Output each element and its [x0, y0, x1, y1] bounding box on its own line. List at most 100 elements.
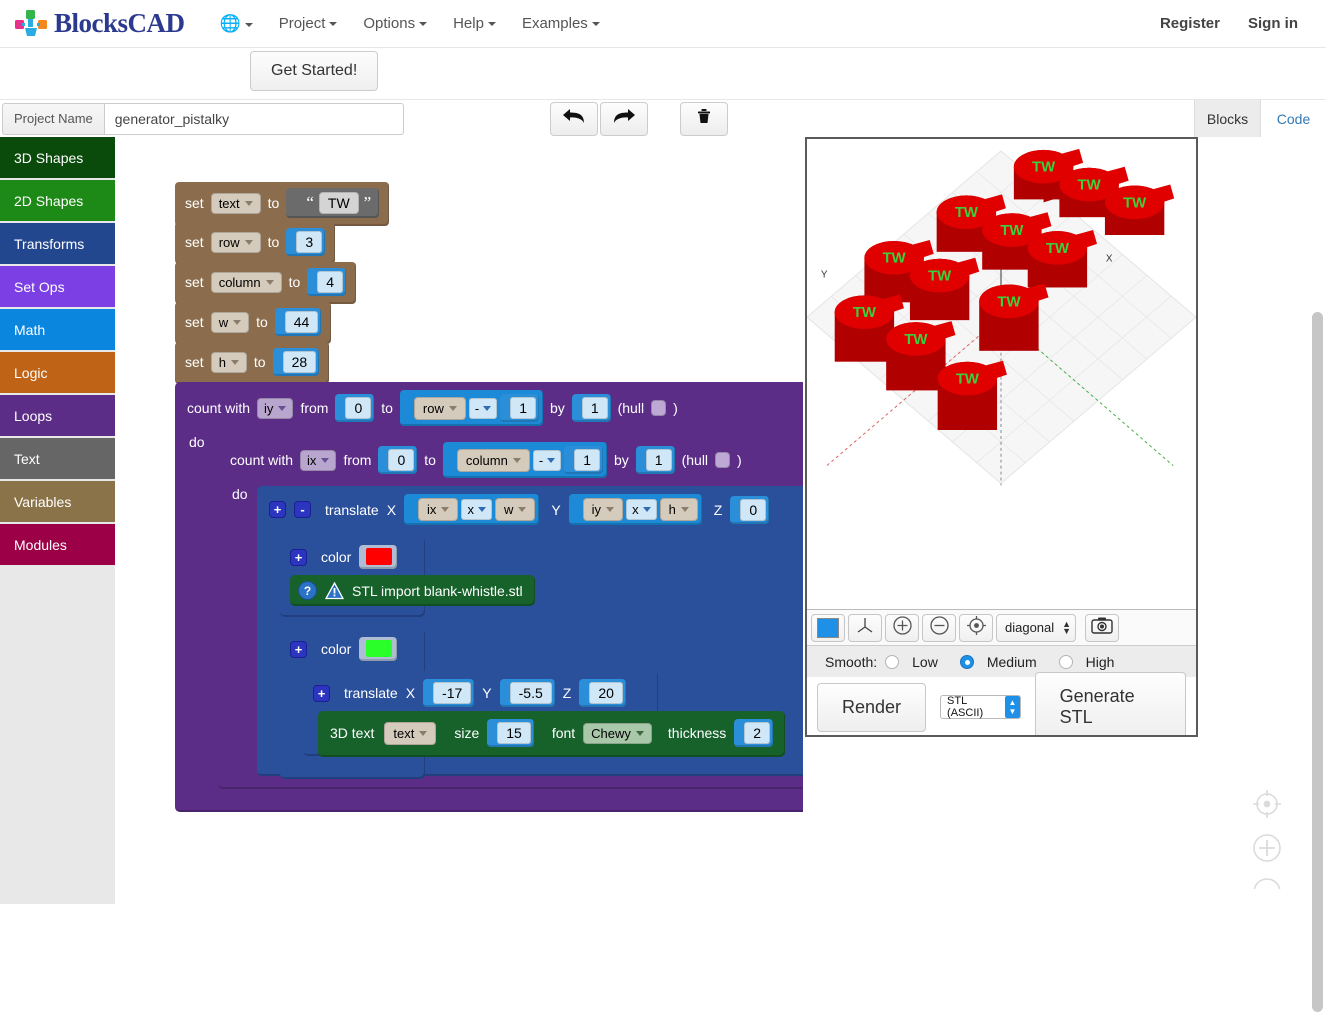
loop-variable-dropdown-ix[interactable]: ix — [300, 449, 337, 471]
block-number-literal[interactable]: 44 — [274, 308, 322, 336]
view-angle-select[interactable]: diagonal ▲ ▼ — [996, 613, 1077, 642]
smooth-radio-low[interactable] — [885, 654, 900, 669]
translate-z-value-block[interactable]: 0 — [730, 495, 770, 524]
block-math-subtract-column[interactable]: column - 1 — [442, 442, 607, 478]
3d-scene[interactable]: Y X TW TW TW TW TW TW TW TW TW TW TW TW — [807, 139, 1196, 605]
render-button[interactable]: Render — [817, 682, 927, 732]
app-logo[interactable]: BlocksCAD — [14, 8, 185, 39]
block-math-multiply-x[interactable]: ix x w — [404, 494, 540, 525]
variable-dropdown-text[interactable]: text — [210, 192, 261, 214]
loop-from-value-block[interactable]: 0 — [335, 394, 375, 422]
delete-all-button[interactable] — [680, 101, 728, 136]
math-operand-block[interactable]: 1 — [500, 394, 540, 422]
sidebar-item-math[interactable]: Math — [0, 309, 115, 352]
math-operand-block[interactable]: 1 — [564, 446, 603, 474]
undo-button[interactable] — [550, 101, 598, 136]
block-stl-import[interactable]: ? STL import blank-whistle.stl — [290, 575, 535, 606]
variable-dropdown-text-ref[interactable]: text — [384, 721, 437, 745]
viewport-recenter-button[interactable] — [959, 613, 993, 642]
variable-dropdown-ix[interactable]: ix — [418, 498, 459, 521]
generate-stl-button[interactable]: Generate STL — [1034, 672, 1186, 735]
screenshot-button[interactable] — [1085, 613, 1120, 642]
viewport-zoom-out-button[interactable] — [922, 613, 956, 642]
translate-text-x-field[interactable]: -17 — [433, 682, 472, 704]
register-link[interactable]: Register — [1146, 7, 1234, 40]
number-value-field[interactable]: 4 — [317, 271, 344, 293]
loop-step-field[interactable]: 1 — [581, 397, 608, 419]
language-selector[interactable]: 🌐 — [207, 6, 266, 42]
variable-dropdown-row-ref[interactable]: row — [413, 396, 466, 420]
zoom-in-icon[interactable] — [1250, 831, 1284, 865]
viewport-color-button[interactable] — [811, 613, 845, 642]
tab-blocks[interactable]: Blocks — [1194, 100, 1260, 138]
block-number-literal[interactable]: 28 — [272, 348, 320, 376]
block-set-column[interactable]: set column to 4 — [175, 262, 357, 304]
translate-text-z-block[interactable]: 20 — [579, 679, 626, 707]
block-set-h[interactable]: set h to 28 — [175, 342, 330, 384]
math-operator-dropdown[interactable]: x — [626, 499, 657, 520]
string-value-field[interactable]: TW — [318, 192, 359, 214]
variable-dropdown-row[interactable]: row — [210, 231, 261, 253]
block-number-literal[interactable]: 4 — [307, 268, 347, 296]
translate-text-z-field[interactable]: 20 — [589, 682, 623, 704]
mutator-add-button[interactable]: + — [290, 548, 307, 566]
nav-examples[interactable]: Examples — [509, 7, 613, 40]
nav-project[interactable]: Project — [266, 7, 351, 40]
number-value-field[interactable]: 28 — [282, 351, 317, 373]
translate-text-y-block[interactable]: -5.5 — [499, 679, 555, 707]
font-dropdown[interactable]: Chewy — [583, 722, 652, 744]
translate-text-y-field[interactable]: -5.5 — [509, 682, 552, 704]
question-mark-icon[interactable]: ? — [298, 581, 317, 600]
nav-help[interactable]: Help — [440, 7, 509, 40]
block-number-literal[interactable]: 3 — [286, 228, 326, 256]
hull-checkbox[interactable] — [651, 400, 667, 416]
export-format-select[interactable]: STL (ASCII) ▲ ▼ — [940, 695, 1021, 719]
mutator-add-button[interactable]: + — [313, 684, 330, 702]
loop-from-field[interactable]: 0 — [388, 449, 415, 471]
text3d-size-block[interactable]: 15 — [487, 719, 534, 747]
color-picker-green[interactable] — [359, 637, 398, 661]
text3d-size-field[interactable]: 15 — [497, 722, 531, 744]
variable-dropdown-h[interactable]: h — [210, 351, 247, 373]
text3d-thickness-field[interactable]: 2 — [744, 722, 771, 744]
loop-variable-dropdown-iy[interactable]: iy — [257, 397, 294, 419]
sidebar-item-logic[interactable]: Logic — [0, 352, 115, 395]
math-operator-dropdown[interactable]: - — [532, 449, 562, 471]
variable-dropdown-w[interactable]: w — [494, 498, 536, 521]
smooth-radio-medium[interactable] — [959, 654, 974, 669]
mutator-remove-button[interactable]: - — [294, 501, 311, 518]
mutator-add-button[interactable]: + — [290, 640, 307, 658]
variable-dropdown-w[interactable]: w — [210, 311, 250, 333]
block-3d-text[interactable]: 3D text text size 15 font Chewy thicknes… — [318, 711, 786, 757]
block-set-w[interactable]: set w to 44 — [175, 302, 332, 344]
smooth-radio-high[interactable] — [1058, 654, 1073, 669]
block-math-subtract-row[interactable]: row - 1 — [399, 390, 544, 426]
number-value-field[interactable]: 3 — [296, 231, 323, 253]
variable-dropdown-h[interactable]: h — [659, 498, 698, 521]
loop-from-field[interactable]: 0 — [345, 397, 372, 419]
sidebar-item-loops[interactable]: Loops — [0, 395, 115, 438]
loop-from-value-block[interactable]: 0 — [378, 446, 418, 474]
3d-viewport[interactable]: Y X TW TW TW TW TW TW TW TW TW TW TW TW … — [805, 137, 1198, 737]
block-math-multiply-y[interactable]: iy x h — [568, 494, 702, 525]
page-scrollbar[interactable] — [1312, 312, 1323, 1012]
block-set-text[interactable]: set text to “ TW ” — [175, 182, 390, 226]
loop-step-field[interactable]: 1 — [645, 449, 672, 471]
loop-step-value-block[interactable]: 1 — [571, 394, 611, 422]
tab-code[interactable]: Code — [1260, 100, 1326, 138]
redo-button[interactable] — [600, 101, 648, 136]
math-operator-dropdown[interactable]: x — [461, 499, 492, 520]
sidebar-item-modules[interactable]: Modules — [0, 524, 115, 567]
sidebar-item-variables[interactable]: Variables — [0, 481, 115, 524]
math-operand-field[interactable]: 1 — [574, 449, 600, 471]
get-started-button[interactable]: Get Started! — [250, 51, 379, 91]
sidebar-item-text[interactable]: Text — [0, 438, 115, 481]
math-operand-field[interactable]: 1 — [510, 397, 537, 419]
block-set-row[interactable]: set row to 3 — [175, 222, 336, 264]
sidebar-item-set-ops[interactable]: Set Ops — [0, 266, 115, 309]
mutator-add-button[interactable]: + — [269, 501, 286, 518]
sidebar-item-transforms[interactable]: Transforms — [0, 223, 115, 266]
text3d-thickness-block[interactable]: 2 — [734, 719, 774, 747]
variable-dropdown-column[interactable]: column — [210, 271, 282, 293]
number-value-field[interactable]: 44 — [284, 311, 319, 333]
